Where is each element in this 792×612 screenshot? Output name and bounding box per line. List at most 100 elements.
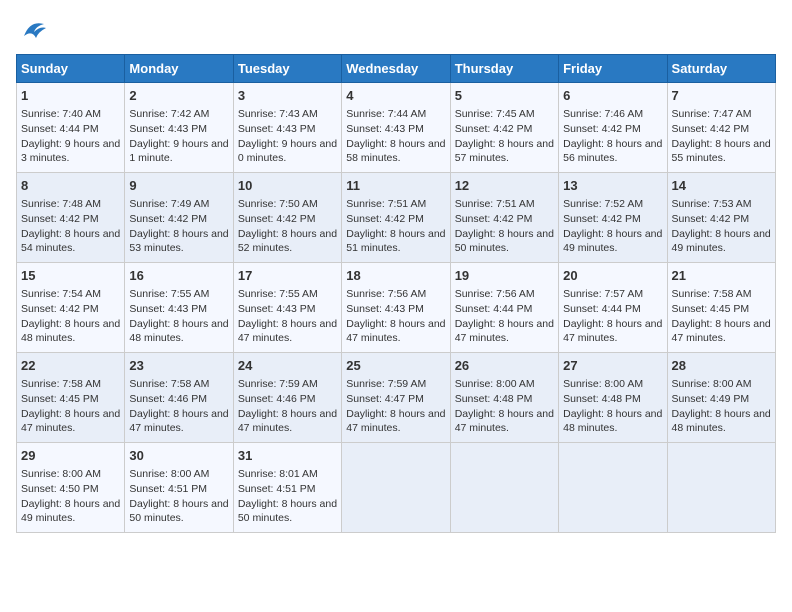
day-number: 15 <box>21 267 120 285</box>
sunset: Sunset: 4:44 PM <box>21 123 99 135</box>
sunset: Sunset: 4:43 PM <box>346 303 424 315</box>
sunrise: Sunrise: 7:58 AM <box>129 378 209 390</box>
sunrise: Sunrise: 7:58 AM <box>672 288 752 300</box>
day-number: 24 <box>238 357 337 375</box>
week-row-3: 15Sunrise: 7:54 AMSunset: 4:42 PMDayligh… <box>17 263 776 353</box>
day-number: 23 <box>129 357 228 375</box>
daylight: Daylight: 8 hours and 48 minutes. <box>21 318 120 345</box>
calendar-cell: 25Sunrise: 7:59 AMSunset: 4:47 PMDayligh… <box>342 353 450 443</box>
calendar-cell: 6Sunrise: 7:46 AMSunset: 4:42 PMDaylight… <box>559 83 667 173</box>
sunrise: Sunrise: 7:47 AM <box>672 108 752 120</box>
calendar-cell: 26Sunrise: 8:00 AMSunset: 4:48 PMDayligh… <box>450 353 558 443</box>
day-number: 30 <box>129 447 228 465</box>
daylight: Daylight: 8 hours and 56 minutes. <box>563 138 662 165</box>
calendar-cell: 10 Sunrise: 7:50 AM Sunset: 4:42 PM Dayligh… <box>233 173 341 263</box>
calendar-cell: 24Sunrise: 7:59 AMSunset: 4:46 PMDayligh… <box>233 353 341 443</box>
calendar-cell: 4Sunrise: 7:44 AMSunset: 4:43 PMDaylight… <box>342 83 450 173</box>
sunset: Sunset: 4:44 PM <box>563 303 641 315</box>
week-row-1: 1 Sunrise: 7:40 AM Sunset: 4:44 PM Daylight… <box>17 83 776 173</box>
sunrise: Sunrise: 7:59 AM <box>346 378 426 390</box>
daylight: Daylight: 8 hours and 49 minutes. <box>563 228 662 255</box>
sunset: Sunset: 4:46 PM <box>129 393 207 405</box>
day-number: 3 <box>238 87 337 105</box>
sunset: Sunset: 4:48 PM <box>563 393 641 405</box>
header-tuesday: Tuesday <box>233 55 341 83</box>
calendar-cell <box>450 443 558 533</box>
calendar-table: SundayMondayTuesdayWednesdayThursdayFrid… <box>16 54 776 533</box>
sunrise: Sunrise: 7:40 AM <box>21 108 101 120</box>
sunset: Sunset: 4:43 PM <box>346 123 424 135</box>
daylight: Daylight: 8 hours and 57 minutes. <box>455 138 554 165</box>
day-number: 10 <box>238 177 337 195</box>
sunset: Sunset: 4:42 PM <box>563 213 641 225</box>
daylight: Daylight: 8 hours and 47 minutes. <box>238 318 337 345</box>
day-number: 19 <box>455 267 554 285</box>
calendar-cell: 16Sunrise: 7:55 AMSunset: 4:43 PMDayligh… <box>125 263 233 353</box>
daylight: Daylight: 8 hours and 52 minutes. <box>238 228 337 255</box>
daylight: Daylight: 8 hours and 47 minutes. <box>672 318 771 345</box>
sunrise: Sunrise: 7:50 AM <box>238 198 318 210</box>
sunrise: Sunrise: 7:51 AM <box>346 198 426 210</box>
sunrise: Sunrise: 8:00 AM <box>672 378 752 390</box>
daylight: Daylight: 8 hours and 54 minutes. <box>21 228 120 255</box>
day-number: 20 <box>563 267 662 285</box>
day-number: 17 <box>238 267 337 285</box>
sunrise: Sunrise: 8:01 AM <box>238 468 318 480</box>
header-sunday: Sunday <box>17 55 125 83</box>
sunset: Sunset: 4:42 PM <box>238 213 316 225</box>
calendar-cell: 15Sunrise: 7:54 AMSunset: 4:42 PMDayligh… <box>17 263 125 353</box>
daylight: Daylight: 8 hours and 47 minutes. <box>129 408 228 435</box>
logo-icon <box>16 16 48 44</box>
sunset: Sunset: 4:42 PM <box>129 213 207 225</box>
calendar-cell <box>667 443 775 533</box>
sunset: Sunset: 4:43 PM <box>238 303 316 315</box>
daylight: Daylight: 8 hours and 47 minutes. <box>455 318 554 345</box>
sunrise: Sunrise: 8:00 AM <box>455 378 535 390</box>
sunrise: Sunrise: 7:43 AM <box>238 108 318 120</box>
day-number: 16 <box>129 267 228 285</box>
sunset: Sunset: 4:42 PM <box>672 213 750 225</box>
day-number: 1 <box>21 87 120 105</box>
calendar-cell: 8Sunrise: 7:48 AMSunset: 4:42 PMDaylight… <box>17 173 125 263</box>
week-row-4: 22Sunrise: 7:58 AMSunset: 4:45 PMDayligh… <box>17 353 776 443</box>
sunrise: Sunrise: 7:58 AM <box>21 378 101 390</box>
sunset: Sunset: 4:42 PM <box>455 123 533 135</box>
calendar-cell: 13Sunrise: 7:52 AMSunset: 4:42 PMDayligh… <box>559 173 667 263</box>
calendar-cell: 1Sunrise: 7:40 AMSunset: 4:44 PMDaylight… <box>17 83 125 173</box>
daylight: Daylight: 8 hours and 47 minutes. <box>455 408 554 435</box>
sunrise: Sunrise: 7:55 AM <box>129 288 209 300</box>
sunset: Sunset: 4:45 PM <box>672 303 750 315</box>
daylight: Daylight: 8 hours and 47 minutes. <box>346 318 445 345</box>
day-number: 12 <box>455 177 554 195</box>
calendar-cell: 21Sunrise: 7:58 AMSunset: 4:45 PMDayligh… <box>667 263 775 353</box>
calendar-cell: 17Sunrise: 7:55 AMSunset: 4:43 PMDayligh… <box>233 263 341 353</box>
sunrise: Sunrise: 7:56 AM <box>346 288 426 300</box>
day-number: 2 <box>129 87 228 105</box>
calendar-cell: 28Sunrise: 8:00 AMSunset: 4:49 PMDayligh… <box>667 353 775 443</box>
sunset: Sunset: 4:42 PM <box>346 213 424 225</box>
sunrise: Sunrise: 7:49 AM <box>129 198 209 210</box>
header-friday: Friday <box>559 55 667 83</box>
logo <box>16 16 52 44</box>
calendar-cell <box>342 443 450 533</box>
page-header <box>16 16 776 44</box>
day-number: 13 <box>563 177 662 195</box>
calendar-cell: 19Sunrise: 7:56 AMSunset: 4:44 PMDayligh… <box>450 263 558 353</box>
sunset: Sunset: 4:43 PM <box>238 123 316 135</box>
sunrise: Sunrise: 7:42 AM <box>129 108 209 120</box>
day-number: 11 <box>346 177 445 195</box>
day-number: 4 <box>346 87 445 105</box>
sunset: Sunset: 4:44 PM <box>455 303 533 315</box>
day-number: 22 <box>21 357 120 375</box>
daylight: Daylight: 8 hours and 50 minutes. <box>129 498 228 525</box>
sunrise: Sunrise: 7:53 AM <box>672 198 752 210</box>
daylight: Daylight: 8 hours and 48 minutes. <box>563 408 662 435</box>
daylight: Daylight: 8 hours and 48 minutes. <box>129 318 228 345</box>
daylight: Daylight: 8 hours and 58 minutes. <box>346 138 445 165</box>
day-number: 25 <box>346 357 445 375</box>
sunset: Sunset: 4:42 PM <box>21 303 99 315</box>
sunrise: Sunrise: 7:46 AM <box>563 108 643 120</box>
sunset: Sunset: 4:50 PM <box>21 483 99 495</box>
sunset: Sunset: 4:49 PM <box>672 393 750 405</box>
sunrise: Sunrise: 8:00 AM <box>129 468 209 480</box>
